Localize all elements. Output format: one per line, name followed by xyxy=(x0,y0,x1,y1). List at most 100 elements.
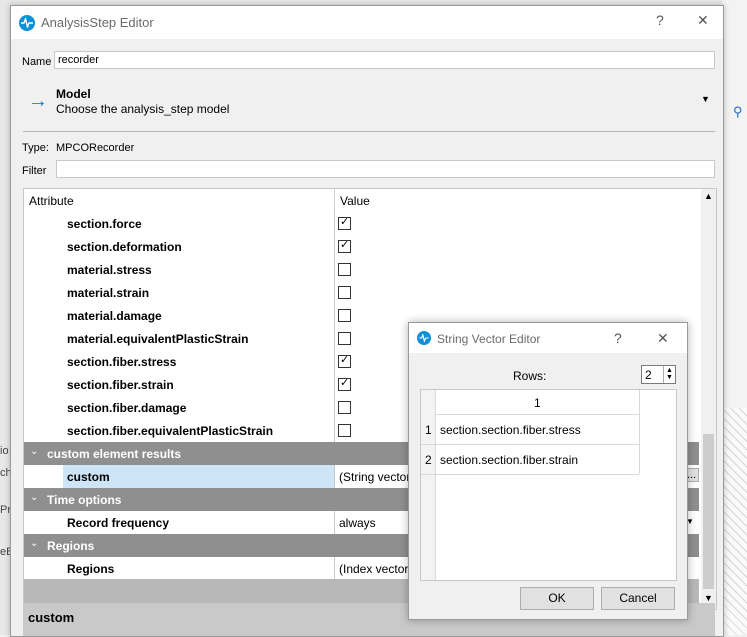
table-row[interactable]: section.force ✓ xyxy=(24,212,699,236)
column-separator xyxy=(334,557,335,580)
column-separator xyxy=(334,465,335,488)
table-row[interactable]: section.deformation ✓ xyxy=(24,235,699,259)
column-separator xyxy=(334,511,335,534)
record-frequency-select[interactable]: always xyxy=(339,516,376,530)
checkmark-icon: ✓ xyxy=(340,239,350,251)
value-checkbox[interactable] xyxy=(338,309,351,322)
column-separator xyxy=(334,419,335,442)
column-separator xyxy=(334,396,335,419)
value-checkbox[interactable] xyxy=(338,424,351,437)
row-value[interactable]: section.section.fiber.strain xyxy=(440,453,578,467)
rows-label: Rows: xyxy=(513,369,547,383)
column-separator xyxy=(334,327,335,350)
value-checkbox[interactable]: ✓ xyxy=(338,239,351,253)
regions-value[interactable]: (Index vector) xyxy=(339,562,412,576)
column-separator xyxy=(334,281,335,304)
dialog-help-button[interactable]: ? xyxy=(614,330,622,346)
background-tool-icon[interactable]: ⚲ xyxy=(733,104,743,120)
table-row[interactable]: 2 section.section.fiber.strain xyxy=(421,444,639,475)
value-column-header[interactable]: Value xyxy=(340,194,370,208)
row-value[interactable]: section.section.fiber.stress xyxy=(440,423,581,437)
value-checkbox[interactable] xyxy=(338,332,351,345)
value-checkbox[interactable] xyxy=(338,286,351,299)
column-separator xyxy=(334,350,335,373)
close-button[interactable]: ✕ xyxy=(697,12,709,29)
dialog-close-button[interactable]: ✕ xyxy=(657,330,669,347)
column-header-label[interactable]: 1 xyxy=(534,396,541,410)
attribute-label: Record frequency xyxy=(67,516,170,530)
table-row[interactable]: 1 section.section.fiber.stress xyxy=(421,414,639,445)
attribute-label: material.strain xyxy=(67,286,150,300)
column-separator xyxy=(334,235,335,258)
scroll-up-icon[interactable]: ▲ xyxy=(704,191,713,201)
ok-button[interactable]: OK xyxy=(520,587,594,610)
row-number: 2 xyxy=(425,453,432,467)
table-row[interactable]: material.strain xyxy=(24,281,699,305)
title-bar: AnalysisStep Editor ? ✕ xyxy=(11,6,723,39)
chevron-down-icon: ⌄ xyxy=(30,538,39,549)
column-separator xyxy=(334,189,335,212)
model-dropdown-icon[interactable]: ▼ xyxy=(701,94,710,104)
attribute-column-header[interactable]: Attribute xyxy=(29,194,74,208)
cancel-button[interactable]: Cancel xyxy=(601,587,675,610)
filter-input[interactable] xyxy=(56,160,715,178)
window-title: AnalysisStep Editor xyxy=(41,15,154,30)
rows-spinbox[interactable]: 2 ▲ ▼ xyxy=(641,365,676,384)
pulse-icon xyxy=(19,15,35,31)
group-title: custom element results xyxy=(47,447,182,461)
attribute-label: custom xyxy=(67,470,110,484)
scroll-thumb[interactable] xyxy=(703,434,714,589)
spin-up-icon[interactable]: ▲ xyxy=(666,367,673,374)
type-label: Type: xyxy=(22,142,49,154)
type-value: MPCORecorder xyxy=(56,142,135,154)
attribute-label: section.fiber.damage xyxy=(67,401,187,415)
attribute-label: section.deformation xyxy=(67,240,182,254)
checkmark-icon: ✓ xyxy=(340,216,350,228)
value-checkbox[interactable] xyxy=(338,263,351,276)
dialog-title-bar: String Vector Editor ? ✕ xyxy=(409,323,687,353)
pulse-icon xyxy=(417,331,431,345)
attribute-label: material.equivalentPlasticStrain xyxy=(67,332,249,346)
spin-arrows[interactable]: ▲ ▼ xyxy=(663,366,676,383)
column-header: 1 xyxy=(436,390,639,415)
spin-down-icon[interactable]: ▼ xyxy=(666,374,673,381)
dialog-title: String Vector Editor xyxy=(437,332,541,346)
attribute-label: material.stress xyxy=(67,263,152,277)
attribute-label: section.fiber.equivalentPlasticStrain xyxy=(67,424,274,438)
value-checkbox[interactable]: ✓ xyxy=(338,216,351,230)
table-header: Attribute Value xyxy=(24,189,699,213)
custom-value[interactable]: (String vector) xyxy=(339,470,414,484)
value-checkbox[interactable] xyxy=(338,401,351,414)
help-button[interactable]: ? xyxy=(656,12,664,28)
table-row[interactable]: material.stress xyxy=(24,258,699,282)
model-title: Model xyxy=(56,87,91,101)
table-scrollbar[interactable]: ▲ ▼ xyxy=(701,189,716,609)
checkmark-icon: ✓ xyxy=(340,354,350,366)
description-title: custom xyxy=(28,610,75,625)
column-border xyxy=(639,390,640,474)
name-input[interactable] xyxy=(54,51,715,69)
separator xyxy=(23,131,715,132)
name-label: Name xyxy=(22,56,52,68)
value-checkbox[interactable]: ✓ xyxy=(338,354,351,368)
row-number: 1 xyxy=(425,423,432,437)
column-separator xyxy=(334,212,335,235)
string-vector-editor-dialog: String Vector Editor ? ✕ Rows: 2 ▲ ▼ 1 1… xyxy=(408,322,688,620)
arrow-right-icon: → xyxy=(28,90,48,112)
filter-label: Filter xyxy=(22,165,47,177)
column-separator xyxy=(334,373,335,396)
attribute-label: section.force xyxy=(67,217,142,231)
checkmark-icon: ✓ xyxy=(340,377,350,389)
model-subtitle: Choose the analysis_step model xyxy=(56,102,230,116)
attribute-label: Regions xyxy=(67,562,115,576)
string-list-table: 1 1 section.section.fiber.stress 2 secti… xyxy=(420,389,677,581)
attribute-label: material.damage xyxy=(67,309,162,323)
group-title: Regions xyxy=(47,539,95,553)
chevron-down-icon: ⌄ xyxy=(30,492,39,503)
chevron-down-icon: ⌄ xyxy=(30,446,39,457)
scroll-down-icon[interactable]: ▼ xyxy=(704,593,713,603)
column-separator xyxy=(334,258,335,281)
value-checkbox[interactable]: ✓ xyxy=(338,377,351,391)
attribute-label: section.fiber.stress xyxy=(67,355,177,369)
rows-value[interactable]: 2 xyxy=(645,368,652,382)
